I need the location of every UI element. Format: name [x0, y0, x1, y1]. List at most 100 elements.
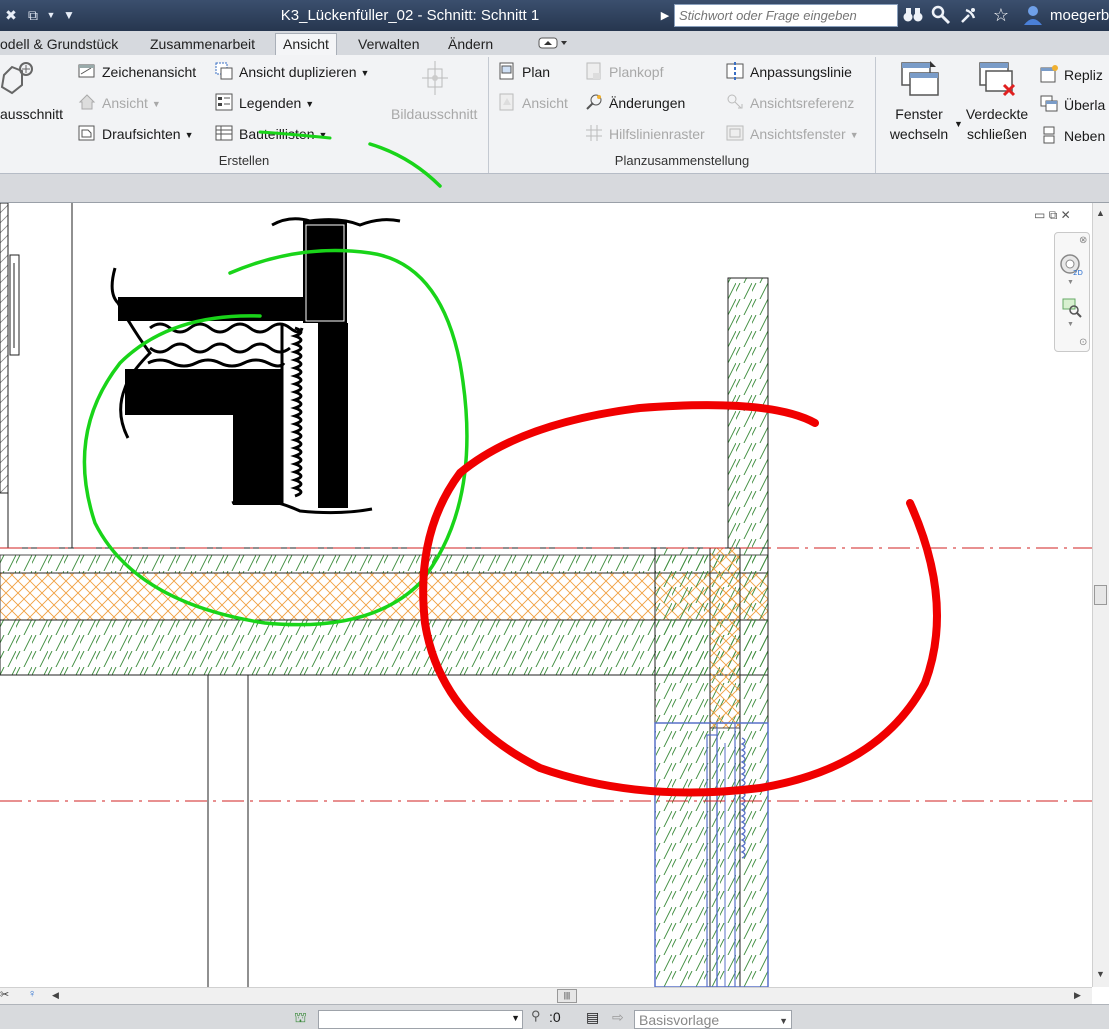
minimize-view-icon[interactable]: ▭ — [1034, 208, 1045, 222]
view-window-controls: ▭ ⧉ ✕ — [1034, 208, 1084, 226]
window-title: K3_Lückenfüller_02 - Schnitt: Schnitt 1 — [280, 7, 540, 24]
wall-column — [727, 277, 769, 549]
workset-dropdown[interactable]: ▼ — [318, 1010, 523, 1029]
quick-access-toolbar: ✖ ⧉ ▼ ▼ — [0, 0, 82, 31]
ueberlappend-button[interactable]: Überla — [1040, 94, 1105, 116]
replicate-icon — [1040, 65, 1058, 83]
bildausschnitt-button[interactable]: Bildausschnitt — [391, 104, 477, 124]
detail-cut-icon[interactable] — [0, 59, 40, 99]
tab-zusammenarbeit[interactable]: Zusammenarbeit — [147, 34, 258, 55]
svg-text:2D: 2D — [1073, 269, 1083, 277]
draufsichten-button[interactable]: Draufsichten ▼ — [78, 123, 194, 145]
horizontal-scrollbar[interactable]: ✂ ♀ ◀ ||| ▶ — [0, 987, 1092, 1005]
vertical-scroll-thumb[interactable] — [1094, 585, 1107, 605]
ribbon-tab-bar: odell & Grundstück Zusammenarbeit Ansich… — [0, 31, 1109, 56]
tab-ansicht[interactable]: Ansicht — [275, 33, 337, 56]
scroll-up-arrow[interactable]: ▲ — [1096, 208, 1105, 218]
anpassungslinie-button[interactable]: Anpassungslinie — [726, 61, 852, 83]
navigation-bar: ⊗ 2D ▼ ▼ ⊙ — [1054, 232, 1090, 352]
callout-icon — [416, 59, 456, 99]
tab-aendern[interactable]: Ändern — [445, 34, 496, 55]
customize-qat-icon[interactable]: ▼ — [58, 5, 80, 25]
workset-icon[interactable]: ⛫ — [294, 1009, 307, 1028]
ansicht-button[interactable]: Ansicht ▼ — [78, 92, 161, 114]
hilfslinienraster-button[interactable]: Hilfslinienraster — [585, 123, 705, 145]
user-icon[interactable] — [1022, 4, 1044, 26]
chevron-down-icon[interactable]: ▼ — [511, 1013, 520, 1023]
zeichenansicht-button[interactable]: Zeichenansicht — [78, 61, 196, 83]
tab-modell-grundstueck[interactable]: odell & Grundstück — [0, 34, 121, 55]
legend-icon — [215, 93, 233, 111]
design-option-arrow-icon[interactable]: ⇨ — [612, 1009, 624, 1026]
ansicht-duplizieren-button[interactable]: Ansicht duplizieren ▼ — [215, 61, 369, 83]
close-hidden-windows-icon[interactable] — [978, 59, 1018, 99]
scale-icon[interactable]: ✂ — [0, 988, 9, 1001]
ribbon-minimize-button[interactable] — [535, 35, 571, 56]
floor-slab — [0, 547, 769, 676]
navbar-close-icon[interactable]: ⊗ — [1079, 235, 1087, 246]
binoculars-icon[interactable] — [902, 4, 924, 26]
ansichtsreferenz-button[interactable]: Ansichtsreferenz — [726, 92, 854, 114]
panel-separator — [875, 57, 876, 173]
zoom-region-icon[interactable] — [1061, 297, 1083, 319]
design-option-value: Basisvorlage — [639, 1012, 720, 1028]
revisions-icon — [585, 93, 603, 111]
restore-view-icon[interactable]: ⧉ — [1049, 208, 1058, 222]
design-option-dropdown[interactable]: Basisvorlage ▼ — [634, 1010, 792, 1029]
scroll-left-arrow[interactable]: ◀ — [52, 990, 59, 1001]
lower-columns — [207, 675, 249, 987]
plan-button[interactable]: Plan — [498, 61, 550, 83]
section-drawing[interactable] — [0, 203, 1092, 987]
horizontal-scroll-thumb[interactable]: ||| — [557, 989, 577, 1003]
plankopf-button[interactable]: Plankopf — [585, 61, 663, 83]
navbar-options-icon[interactable]: ⊙ — [1079, 337, 1087, 348]
design-options-icon[interactable]: ▤ — [586, 1009, 599, 1026]
fenster-wechseln-button[interactable]: Fenster wechseln — [884, 104, 954, 144]
tile-icon — [1040, 126, 1058, 144]
house-icon — [78, 93, 96, 111]
ribbon-panel: ausschnitt Zeichenansicht Ansicht ▼ Drauf… — [0, 55, 1109, 174]
matchline-icon — [726, 62, 744, 80]
expand-search-icon[interactable]: ▶ — [657, 4, 673, 28]
filter-icon[interactable]: ⚲ — [531, 1008, 541, 1024]
replizieren-button[interactable]: Repliz — [1040, 64, 1103, 86]
satellite-icon[interactable] — [958, 4, 980, 26]
pin-icon[interactable]: ♀ — [28, 988, 36, 1000]
aenderungen-button[interactable]: Änderungen — [585, 92, 685, 114]
scroll-down-arrow[interactable]: ▼ — [1096, 969, 1105, 979]
plan-view-icon — [78, 124, 96, 142]
duplicate-view-icon — [215, 62, 233, 80]
close-document-icon[interactable]: ✖ — [0, 5, 22, 25]
chevron-down-icon[interactable]: ▼ — [1067, 279, 1074, 286]
drawing-canvas[interactable] — [0, 203, 1092, 987]
panel-label-planzusammenstellung: Planzusammenstellung — [614, 153, 750, 168]
detail-cut-button[interactable]: ausschnitt — [0, 104, 63, 124]
ansichtsfenster-button[interactable]: Ansichtsfenster ▼ — [726, 123, 859, 145]
vertical-wall-junction — [654, 547, 769, 987]
search-input[interactable] — [675, 5, 897, 26]
verdeckte-schliessen-button[interactable]: Verdeckte schließen — [960, 104, 1034, 144]
chevron-down-icon[interactable]: ▼ — [1067, 321, 1074, 328]
switch-windows-icon[interactable] — [900, 59, 940, 99]
search-field[interactable] — [674, 4, 898, 27]
viewport-icon — [726, 124, 744, 142]
scroll-right-arrow[interactable]: ▶ — [1074, 990, 1081, 1001]
key-icon[interactable] — [930, 4, 952, 26]
vertical-scrollbar[interactable]: ▲ ▼ — [1092, 203, 1109, 987]
star-icon[interactable]: ☆ — [990, 4, 1012, 26]
user-name[interactable]: moegerb — [1050, 0, 1109, 31]
place-view-icon — [498, 93, 516, 111]
title-bar: ✖ ⧉ ▼ ▼ K3_Lückenfüller_02 - Schnitt: Sc… — [0, 0, 1109, 31]
steering-wheel-2d-icon[interactable]: 2D — [1059, 253, 1083, 279]
tab-verwalten[interactable]: Verwalten — [355, 34, 422, 55]
title-block-icon — [585, 62, 603, 80]
ansicht-platzieren-button[interactable]: Ansicht — [498, 92, 568, 114]
filter-count: :0 — [549, 1009, 561, 1025]
guide-grid-icon — [585, 124, 603, 142]
legenden-button[interactable]: Legenden ▼ — [215, 92, 314, 114]
chevron-down-icon[interactable]: ▼ — [779, 1013, 788, 1030]
view-tab-strip — [0, 174, 1109, 203]
cascade-icon — [1040, 95, 1058, 113]
close-view-icon[interactable]: ✕ — [1061, 208, 1071, 222]
nebeneinander-button[interactable]: Neben — [1040, 125, 1105, 147]
